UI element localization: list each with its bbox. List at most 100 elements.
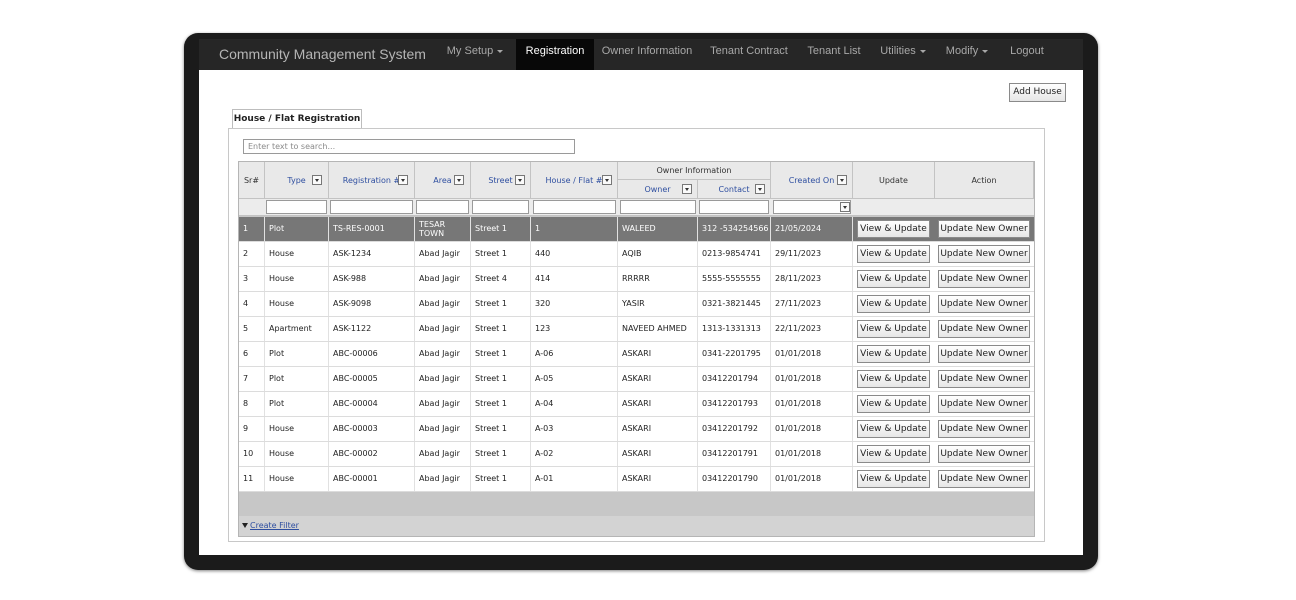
cell-contact: 03412201792 [698,417,771,441]
cell-owner: ASKARI [618,442,698,466]
app-brand[interactable]: Community Management System [219,39,426,66]
dropdown-arrow-icon[interactable] [837,175,847,185]
cell-house: A-04 [531,392,618,416]
view-update-button[interactable]: View & Update [857,445,930,463]
dropdown-arrow-icon[interactable] [515,175,525,185]
cell-sr: 9 [239,417,265,441]
filter-type-input[interactable] [266,200,327,214]
view-update-button[interactable]: View & Update [857,245,930,263]
dropdown-arrow-icon[interactable] [755,184,765,194]
dropdown-arrow-icon[interactable] [398,175,408,185]
view-update-button[interactable]: View & Update [857,395,930,413]
cell-street: Street 1 [471,392,531,416]
col-header-area-label: Area [433,176,452,185]
nav-tenant-contract[interactable]: Tenant Contract [706,39,792,70]
nav-registration[interactable]: Registration [516,39,594,70]
dropdown-arrow-icon[interactable] [682,184,692,194]
nav-logout[interactable]: Logout [1005,39,1049,70]
cell-area: Abad Jagir [415,292,471,316]
table-row[interactable]: 6 Plot ABC-00006 Abad Jagir Street 1 A-06 ASKA… [239,342,1034,367]
cell-type: House [265,242,329,266]
cell-type: House [265,267,329,291]
cell-created: 01/01/2018 [771,342,853,366]
filter-owner-input[interactable] [620,200,696,214]
update-new-owner-button[interactable]: Update New Owner [938,345,1030,363]
filter-contact-input[interactable] [699,200,769,214]
cell-house: A-05 [531,367,618,391]
update-new-owner-button[interactable]: Update New Owner [938,470,1030,488]
update-new-owner-button[interactable]: Update New Owner [938,445,1030,463]
table-row[interactable]: 9 House ABC-00003 Abad Jagir Street 1 A-03 ASK… [239,417,1034,442]
add-house-button[interactable]: Add House [1009,83,1066,102]
nav-tenant-list-label: Tenant List [807,45,861,57]
dropdown-arrow-icon[interactable] [312,175,322,185]
cell-contact: 0321-3821445 [698,292,771,316]
funnel-icon[interactable] [242,523,248,528]
col-header-sr: Sr# [239,162,265,199]
update-new-owner-button[interactable]: Update New Owner [938,295,1030,313]
cell-reg: ABC-00002 [329,442,415,466]
create-filter-link[interactable]: Create Filter [250,521,299,530]
nav-my-setup[interactable]: My Setup [440,39,510,70]
filter-created-on-select[interactable] [773,200,851,214]
cell-reg: ABC-00003 [329,417,415,441]
cell-sr: 3 [239,267,265,291]
view-update-button[interactable]: View & Update [857,320,930,338]
chevron-down-icon[interactable] [840,202,850,212]
view-update-button[interactable]: View & Update [857,220,930,238]
cell-created: 27/11/2023 [771,292,853,316]
nav-modify-label: Modify [945,45,979,57]
update-new-owner-button[interactable]: Update New Owner [938,420,1030,438]
nav-modify[interactable]: Modify [941,39,993,70]
cell-sr: 6 [239,342,265,366]
nav-tenant-list[interactable]: Tenant List [802,39,866,70]
update-new-owner-button[interactable]: Update New Owner [938,270,1030,288]
table-row[interactable]: 3 House ASK-988 Abad Jagir Street 4 414 RRRRR 5… [239,267,1034,292]
filter-house-input[interactable] [533,200,616,214]
view-update-button[interactable]: View & Update [857,420,930,438]
view-update-button[interactable]: View & Update [857,470,930,488]
nav-owner-information[interactable]: Owner Information [599,39,695,70]
filter-registration-input[interactable] [330,200,413,214]
table-row[interactable]: 11 House ABC-00001 Abad Jagir Street 1 A-01 AS… [239,467,1034,492]
dropdown-arrow-icon[interactable] [454,175,464,185]
cell-area: Abad Jagir [415,342,471,366]
cell-owner: YASIR [618,292,698,316]
cell-area: TESAR TOWN [415,217,471,241]
cell-contact: 312 -534254566 [698,217,771,241]
col-header-contact-label: Contact [718,185,750,194]
table-row[interactable]: 10 House ABC-00002 Abad Jagir Street 1 A-02 AS… [239,442,1034,467]
cell-house: 123 [531,317,618,341]
table-row[interactable]: 7 Plot ABC-00005 Abad Jagir Street 1 A-05 ASKA… [239,367,1034,392]
cell-area: Abad Jagir [415,417,471,441]
cell-created: 01/01/2018 [771,442,853,466]
filter-area-input[interactable] [416,200,469,214]
table-row[interactable]: 1 Plot TS-RES-0001 TESAR TOWN Street 1 1 WALEE… [239,217,1034,242]
update-new-owner-button[interactable]: Update New Owner [938,370,1030,388]
table-row[interactable]: 2 House ASK-1234 Abad Jagir Street 1 440 AQIB 0… [239,242,1034,267]
table-row[interactable]: 4 House ASK-9098 Abad Jagir Street 1 320 YASIR… [239,292,1034,317]
cell-sr: 2 [239,242,265,266]
view-update-button[interactable]: View & Update [857,295,930,313]
cell-contact: 03412201791 [698,442,771,466]
update-new-owner-button[interactable]: Update New Owner [938,220,1030,238]
update-new-owner-button[interactable]: Update New Owner [938,395,1030,413]
view-update-button[interactable]: View & Update [857,370,930,388]
view-update-button[interactable]: View & Update [857,270,930,288]
cell-area: Abad Jagir [415,317,471,341]
filter-street-input[interactable] [472,200,529,214]
table-row[interactable]: 5 Apartment ASK-1122 Abad Jagir Street 1 123 N… [239,317,1034,342]
update-new-owner-button[interactable]: Update New Owner [938,245,1030,263]
tab-house-flat-registration[interactable]: House / Flat Registration [232,109,362,128]
monitor-frame: Community Management System My Setup Reg… [184,33,1098,570]
search-input[interactable]: Enter text to search... [243,139,575,154]
table-row[interactable]: 8 Plot ABC-00004 Abad Jagir Street 1 A-04 ASKA… [239,392,1034,417]
nav-tenant-contract-label: Tenant Contract [710,45,788,57]
cell-contact: 1313-1331313 [698,317,771,341]
dropdown-arrow-icon[interactable] [602,175,612,185]
cell-reg: ASK-1234 [329,242,415,266]
nav-utilities[interactable]: Utilities [875,39,931,70]
update-new-owner-button[interactable]: Update New Owner [938,320,1030,338]
view-update-button[interactable]: View & Update [857,345,930,363]
cell-reg: ABC-00005 [329,367,415,391]
